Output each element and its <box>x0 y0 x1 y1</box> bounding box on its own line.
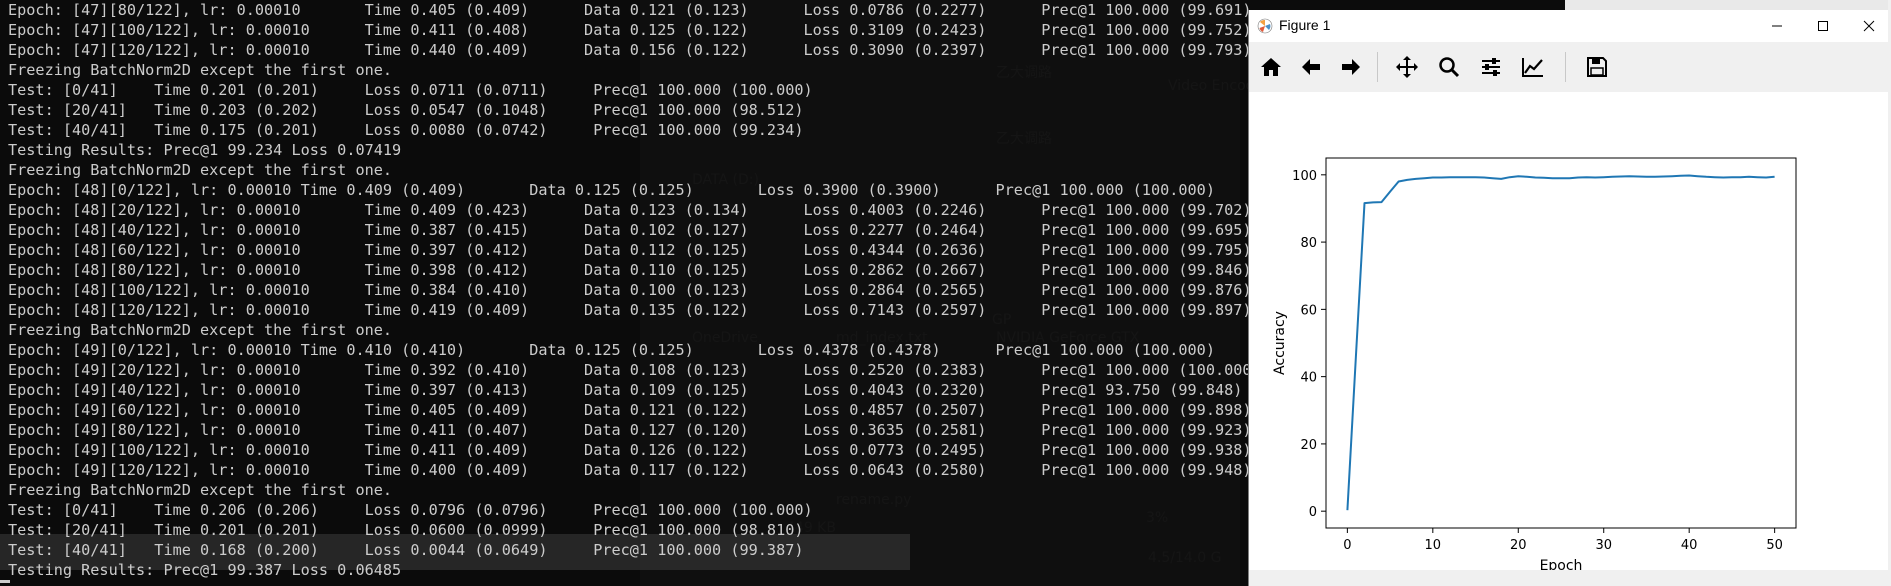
forward-button[interactable] <box>1333 50 1369 84</box>
console-line: Epoch: [49][120/122], lr: 0.00010 Time 0… <box>8 461 1252 479</box>
console-line: Freezing BatchNorm2D except the first on… <box>8 481 393 499</box>
save-icon <box>1587 57 1607 77</box>
axes-frame <box>1325 157 1797 529</box>
navigation-toolbar <box>1249 42 1891 92</box>
console-line: Epoch: [49][60/122], lr: 0.00010 Time 0.… <box>8 401 1252 419</box>
minimize-icon <box>1772 25 1782 27</box>
console-line: Epoch: [49][80/122], lr: 0.00010 Time 0.… <box>8 421 1252 439</box>
zoom-icon <box>1439 57 1460 78</box>
console-line: Epoch: [48][0/122], lr: 0.00010 Time 0.4… <box>8 181 1215 199</box>
pan-icon <box>1396 56 1418 78</box>
chart-svg: 0 10 20 30 40 50 0 20 40 60 80 100 Epoch Accuracy <box>1272 157 1797 574</box>
subplots-button[interactable] <box>1473 50 1509 84</box>
figure-title: Figure 1 <box>1279 17 1331 33</box>
forward-arrow-icon <box>1342 59 1360 75</box>
subplots-icon <box>1482 58 1500 76</box>
minimize-button[interactable] <box>1754 10 1800 42</box>
plot-canvas[interactable]: 0 10 20 30 40 50 0 20 40 60 80 100 Epoch Accuracy <box>1249 92 1891 577</box>
y-tick-label: 60 <box>1300 303 1317 318</box>
x-tick-label: 50 <box>1766 538 1783 553</box>
x-tick-label: 40 <box>1681 538 1698 553</box>
x-tick-label: 20 <box>1510 538 1527 553</box>
y-tick-label: 80 <box>1300 236 1317 251</box>
console-line: Freezing BatchNorm2D except the first on… <box>8 61 393 79</box>
terminal-console[interactable]: Epoch: [47][80/122], lr: 0.00010 Time 0.… <box>0 0 1261 586</box>
maximize-button[interactable] <box>1800 10 1846 42</box>
console-line: Epoch: [49][0/122], lr: 0.00010 Time 0.4… <box>8 341 1215 359</box>
figure-titlebar[interactable]: Figure 1 <box>1249 10 1891 42</box>
console-line: Epoch: [48][80/122], lr: 0.00010 Time 0.… <box>8 261 1252 279</box>
console-line: Test: [40/41] Time 0.175 (0.201) Loss 0.… <box>8 121 804 139</box>
x-tick-label: 30 <box>1595 538 1612 553</box>
console-line: Epoch: [48][60/122], lr: 0.00010 Time 0.… <box>8 241 1252 259</box>
text-cursor <box>0 580 10 583</box>
figure-statusbar <box>1249 570 1891 586</box>
y-axis-label: Accuracy <box>1272 311 1288 375</box>
save-button[interactable] <box>1579 50 1615 84</box>
x-tick-label: 10 <box>1425 538 1442 553</box>
console-line: Epoch: [47][80/122], lr: 0.00010 Time 0.… <box>8 1 1252 19</box>
x-axis-label: Epoch <box>1540 558 1583 570</box>
console-line: Epoch: [48][120/122], lr: 0.00010 Time 0… <box>8 301 1252 319</box>
console-line: Test: [0/41] Time 0.201 (0.201) Loss 0.0… <box>8 81 813 99</box>
console-line: Freezing BatchNorm2D except the first on… <box>8 161 393 179</box>
console-line: Test: [40/41] Time 0.168 (0.200) Loss 0.… <box>8 541 804 559</box>
matplotlib-figure-window[interactable]: Figure 1 0 10 20 30 40 50 0 20 40 60 80 … <box>1248 10 1891 586</box>
console-line: Epoch: [48][20/122], lr: 0.00010 Time 0.… <box>8 201 1252 219</box>
maximize-icon <box>1818 21 1828 31</box>
toolbar-separator <box>1377 52 1378 82</box>
console-line: Testing Results: Prec@1 99.234 Loss 0.07… <box>8 141 402 159</box>
console-line: Testing Results: Prec@1 99.387 Loss 0.06… <box>8 561 402 579</box>
toolbar-separator <box>1565 52 1566 82</box>
console-line: Epoch: [49][40/122], lr: 0.00010 Time 0.… <box>8 381 1243 399</box>
home-button[interactable] <box>1253 50 1289 84</box>
y-tick-label: 40 <box>1300 371 1317 386</box>
home-icon <box>1261 58 1281 76</box>
console-line: Epoch: [47][120/122], lr: 0.00010 Time 0… <box>8 41 1252 59</box>
edit-curves-button[interactable] <box>1515 50 1551 84</box>
pan-button[interactable] <box>1389 50 1425 84</box>
console-line: Epoch: [49][100/122], lr: 0.00010 Time 0… <box>8 441 1252 459</box>
close-button[interactable] <box>1846 10 1891 42</box>
accuracy-line-chart[interactable]: 0 10 20 30 40 50 0 20 40 60 80 100 Epoch Accuracy <box>1249 92 1891 575</box>
console-line: Test: [0/41] Time 0.206 (0.206) Loss 0.0… <box>8 501 813 519</box>
console-line: Test: [20/41] Time 0.203 (0.202) Loss 0.… <box>8 101 804 119</box>
y-tick-label: 20 <box>1300 438 1317 453</box>
console-line: Epoch: [48][100/122], lr: 0.00010 Time 0… <box>8 281 1252 299</box>
console-line: Freezing BatchNorm2D except the first on… <box>8 321 393 339</box>
console-line: Epoch: [49][20/122], lr: 0.00010 Time 0.… <box>8 361 1261 379</box>
y-tick-label: 0 <box>1309 505 1317 520</box>
console-line: Epoch: [48][40/122], lr: 0.00010 Time 0.… <box>8 221 1252 239</box>
zoom-button[interactable] <box>1431 50 1467 84</box>
back-button[interactable] <box>1293 50 1329 84</box>
x-tick-label: 0 <box>1343 538 1351 553</box>
back-arrow-icon <box>1302 59 1320 75</box>
close-icon <box>1863 20 1875 32</box>
console-line: Epoch: [47][100/122], lr: 0.00010 Time 0… <box>8 21 1252 39</box>
edit-curves-icon <box>1522 58 1543 77</box>
y-tick-label: 100 <box>1292 169 1317 184</box>
background-window-strip <box>1565 0 1891 10</box>
console-line: Test: [20/41] Time 0.201 (0.201) Loss 0.… <box>8 521 804 539</box>
matplotlib-logo-icon <box>1257 18 1273 34</box>
